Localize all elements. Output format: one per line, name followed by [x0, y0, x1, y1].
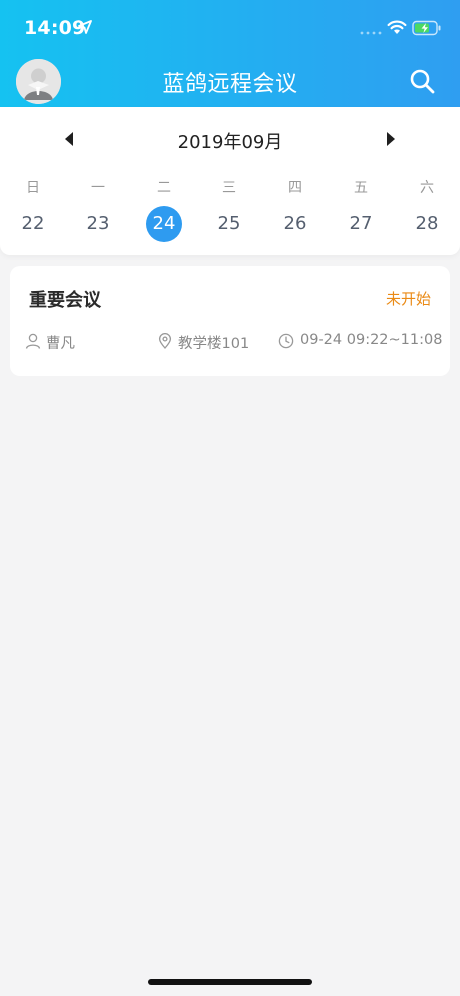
- date-cell[interactable]: 25: [211, 206, 247, 242]
- date-cell[interactable]: 27: [343, 206, 379, 242]
- app-title: 蓝鸽远程会议: [162, 72, 298, 97]
- battery-charging-icon: [412, 20, 441, 36]
- weekday-fri: 五: [354, 180, 368, 196]
- weekday-tue: 二: [157, 180, 171, 196]
- home-indicator[interactable]: [148, 979, 312, 985]
- weekday-thu: 四: [288, 180, 302, 196]
- date-cell[interactable]: 23: [80, 206, 116, 242]
- wifi-icon: [387, 20, 407, 34]
- cellular-signal-icon: [360, 31, 382, 35]
- person-icon: [25, 333, 41, 349]
- status-time: 14:09: [24, 17, 86, 39]
- meeting-title: 重要会议: [29, 290, 101, 311]
- weekday-wed: 三: [222, 180, 236, 196]
- meeting-status-badge: 未开始: [385, 290, 431, 308]
- date-cell[interactable]: 26: [277, 206, 313, 242]
- triangle-right-icon: [387, 132, 395, 146]
- location-arrow-icon: [78, 20, 92, 34]
- weekday-sun: 日: [26, 180, 40, 196]
- date-cell[interactable]: 28: [409, 206, 445, 242]
- search-icon[interactable]: [408, 67, 436, 95]
- date-cell[interactable]: 22: [15, 206, 51, 242]
- week-calendar: 2019年09月 日 一 二 三 四 五 六 22 23 24 25 26 27…: [0, 107, 460, 255]
- clock-icon: [278, 333, 294, 349]
- meeting-time: 09-24 09:22~11:08: [300, 332, 443, 348]
- date-cell-selected[interactable]: 24: [146, 206, 182, 242]
- next-month-button[interactable]: [384, 131, 398, 147]
- weekday-sat: 六: [420, 180, 434, 196]
- meeting-host: 曹凡: [46, 336, 75, 352]
- meeting-location: 教学楼101: [178, 336, 250, 352]
- location-pin-icon: [158, 333, 172, 349]
- header-bar: 14:09 蓝鸽远程会议: [0, 0, 460, 107]
- weekday-mon: 一: [91, 180, 105, 196]
- meeting-card[interactable]: 重要会议 未开始 曹凡 教学楼101 09-24 09:22~11:08: [10, 266, 450, 376]
